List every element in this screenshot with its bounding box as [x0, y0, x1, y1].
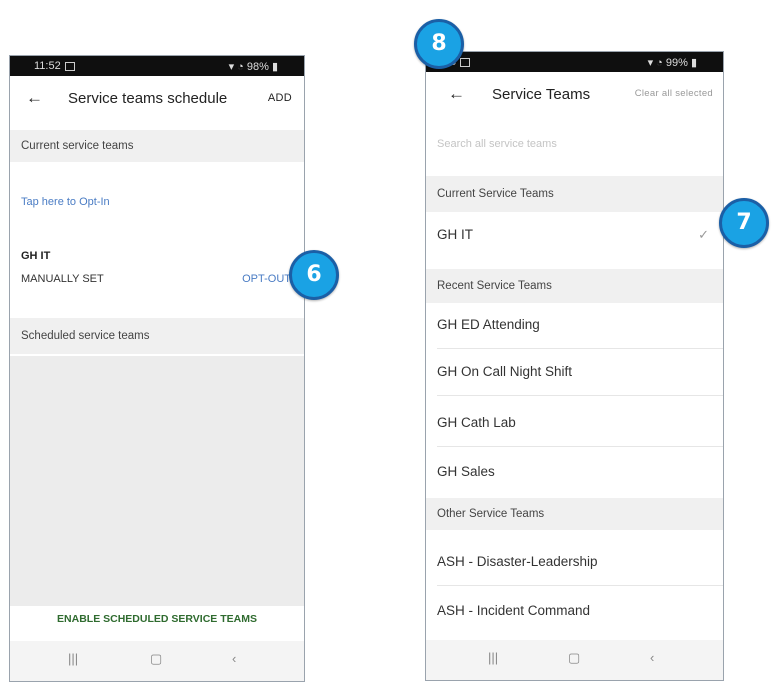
nav-back-icon[interactable]: ‹ [650, 650, 654, 665]
app-bar: ← Service Teams Clear all selected [426, 72, 723, 120]
phone-screen-service-teams-schedule: 11:52 ▾ ◔ 98% ▮ ← Service teams schedule… [9, 55, 305, 682]
page-title: Service teams schedule [68, 90, 228, 107]
back-arrow-icon[interactable]: ← [448, 84, 465, 104]
list-item[interactable]: ASH - Disaster-Leadership [426, 554, 723, 569]
page-title: Service Teams [492, 86, 591, 103]
android-nav-bar: ||| ▢ ‹ [10, 641, 304, 681]
battery-percent: 98% [246, 61, 269, 73]
phone-screen-service-teams: 3 ▾ ◔ 99% ▮ ← Service Teams Clear all se… [425, 51, 724, 681]
battery-icon: ▮ [271, 61, 278, 73]
add-button[interactable]: ADD [268, 92, 292, 104]
enable-scheduled-teams-button[interactable]: ENABLE SCHEDULED SERVICE TEAMS [10, 613, 304, 625]
signal-icon: ▾ ◔ [647, 57, 666, 69]
status-bar: 11:52 ▾ ◔ 98% ▮ [10, 56, 304, 76]
callout-badge-6: 6 [289, 250, 339, 300]
home-icon[interactable]: ▢ [150, 651, 162, 667]
divider [437, 348, 723, 349]
list-item[interactable]: GH ED Attending [426, 317, 723, 332]
callout-badge-8: 8 [414, 19, 464, 69]
section-header-recent: Recent Service Teams [426, 269, 723, 303]
opt-in-link[interactable]: Tap here to Opt-In [21, 196, 110, 208]
section-header-other: Other Service Teams [426, 498, 723, 530]
home-icon[interactable]: ▢ [568, 650, 580, 666]
search-input[interactable]: Search all service teams [437, 138, 715, 150]
image-notification-icon [460, 57, 471, 67]
clear-all-selected-button[interactable]: Clear all selected [635, 88, 713, 99]
list-item[interactable]: GH On Call Night Shift [426, 364, 723, 379]
list-item[interactable]: GH Sales [426, 464, 723, 479]
recents-icon[interactable]: ||| [488, 650, 498, 665]
image-notification-icon [64, 61, 75, 71]
battery-icon: ▮ [690, 57, 697, 69]
app-bar: ← Service teams schedule ADD [10, 76, 304, 124]
nav-back-icon[interactable]: ‹ [232, 651, 236, 666]
list-item-label: GH IT [437, 227, 473, 242]
status-bar: 3 ▾ ◔ 99% ▮ [426, 52, 723, 72]
section-header-scheduled: Scheduled service teams [10, 318, 304, 354]
battery-percent: 99% [665, 57, 688, 69]
back-arrow-icon[interactable]: ← [26, 88, 43, 108]
status-time: 11:52 [34, 60, 61, 72]
divider [437, 395, 723, 396]
divider [437, 585, 723, 586]
android-nav-bar: ||| ▢ ‹ [426, 640, 723, 680]
section-header-current: Current service teams [10, 130, 304, 162]
signal-icon: ▾ ◔ [228, 61, 247, 73]
recents-icon[interactable]: ||| [68, 651, 78, 666]
list-item-current[interactable]: GH IT ✓ [426, 227, 723, 242]
opt-out-button[interactable]: OPT-OUT [242, 273, 291, 285]
divider [437, 446, 723, 447]
section-header-current: Current Service Teams [426, 176, 723, 212]
callout-badge-7: 7 [719, 198, 769, 248]
checkmark-icon: ✓ [698, 227, 709, 242]
team-name: GH IT [21, 250, 51, 262]
scheduled-list-area [10, 356, 304, 606]
list-item[interactable]: GH Cath Lab [426, 415, 723, 430]
list-item[interactable]: ASH - Incident Command [426, 603, 723, 618]
